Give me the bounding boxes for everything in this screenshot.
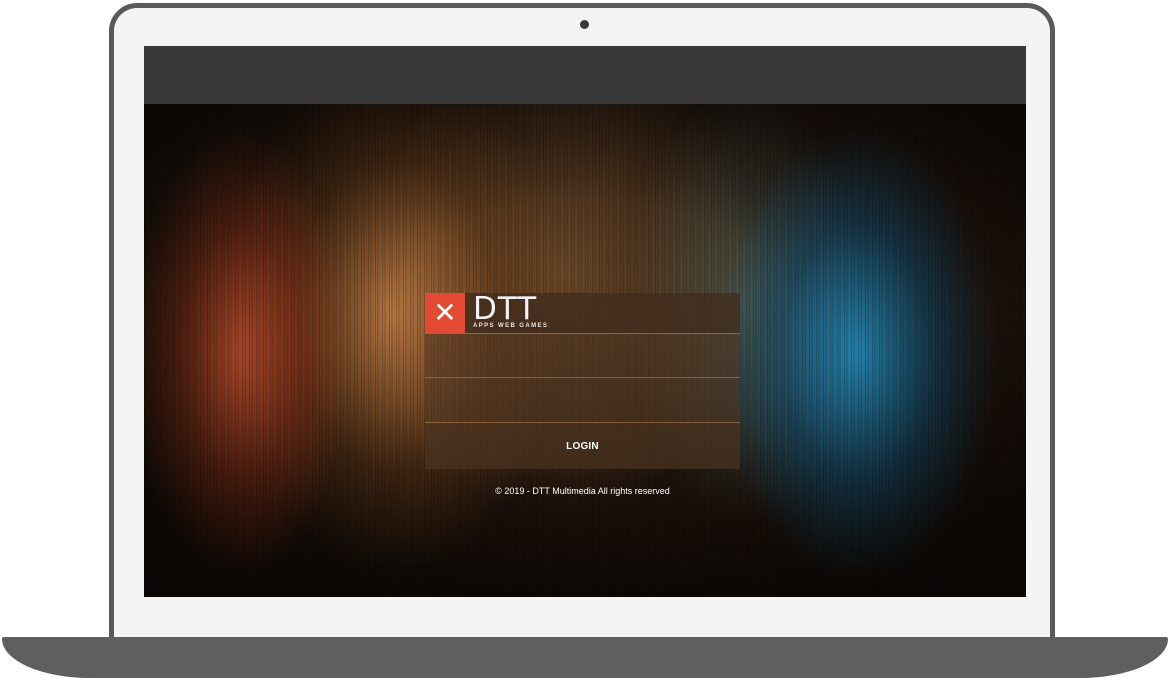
password-field[interactable] [425,379,740,423]
brand-name: DTT [473,291,538,327]
login-form: ✕ DTT APPS WEB GAMES LOGIN [425,293,740,469]
login-header: ✕ DTT APPS WEB GAMES [425,293,740,334]
webcam-dot [580,20,589,29]
dtt-logo-icon: ✕ [425,293,465,333]
copyright-text: © 2019 - DTT Multimedia All rights reser… [495,486,670,496]
login-button[interactable]: LOGIN [425,424,740,469]
laptop-base [2,637,1168,678]
brand-tagline: APPS WEB GAMES [473,323,549,329]
laptop-mockup: ✕ DTT APPS WEB GAMES LOGIN © 2019 - DTT … [0,0,1170,678]
laptop-screen: ✕ DTT APPS WEB GAMES LOGIN © 2019 - DTT … [144,46,1026,597]
username-field[interactable] [425,334,740,378]
browser-top-bar [144,46,1026,105]
